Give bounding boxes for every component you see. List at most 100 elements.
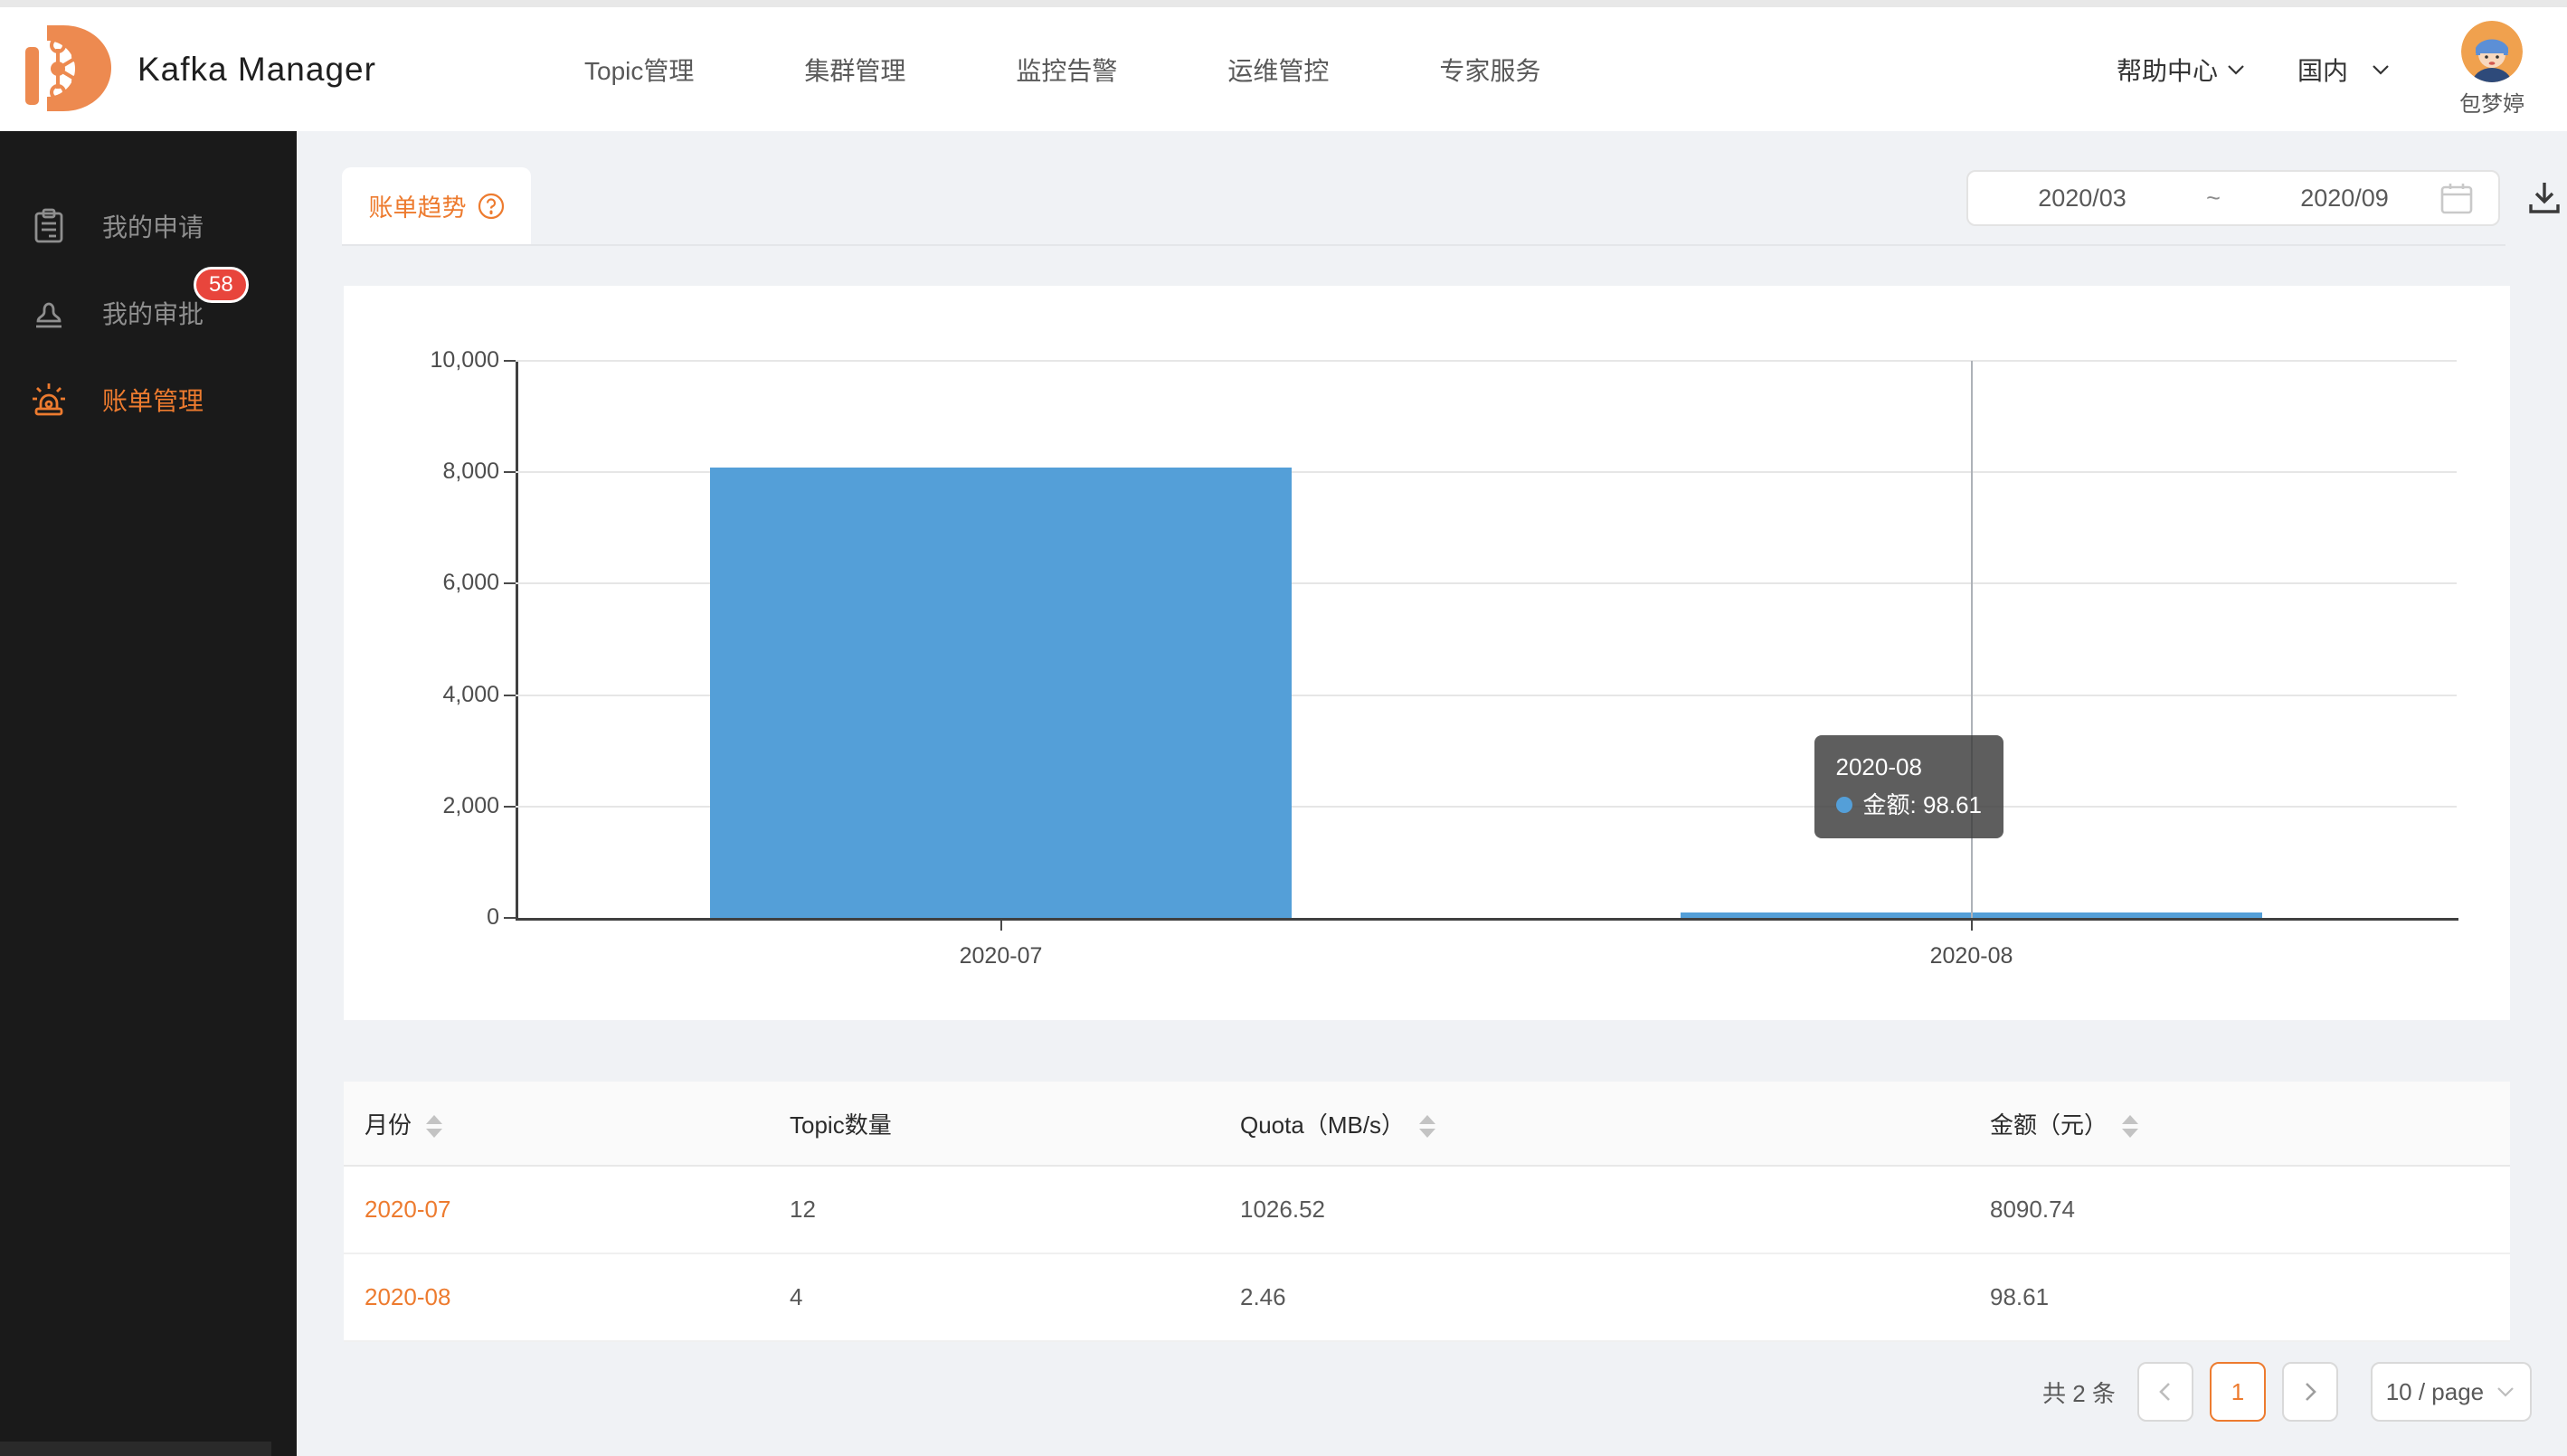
download-icon [2524, 177, 2565, 219]
y-axis-tick [504, 695, 516, 696]
y-axis-label: 6,000 [344, 570, 499, 596]
tooltip-series-row: 金额: 98.61 [1836, 786, 1983, 824]
month-link[interactable]: 2020-08 [344, 1253, 769, 1341]
month-link[interactable]: 2020-07 [344, 1166, 769, 1253]
y-axis-label: 2,000 [344, 793, 499, 819]
y-axis-tick [504, 806, 516, 808]
y-axis-tick [504, 582, 516, 584]
help-center-dropdown[interactable]: 帮助中心 [2117, 52, 2247, 88]
tab-bill-trend-label: 账单趋势 [369, 188, 467, 223]
alarm-icon [30, 381, 68, 419]
x-axis-label: 2020-07 [884, 943, 1119, 969]
date-range-end[interactable]: 2020/09 [2254, 184, 2435, 213]
sidebar-item-label: 账单管理 [102, 382, 204, 418]
pagination-page-number: 1 [2231, 1378, 2244, 1406]
x-axis-tick [1971, 921, 1973, 931]
user-name: 包梦婷 [2459, 86, 2524, 118]
column-header-月份[interactable]: 月份 [344, 1082, 769, 1166]
y-axis-label: 8,000 [344, 459, 499, 485]
y-axis-label: 10,000 [344, 347, 499, 373]
y-axis-label: 0 [344, 904, 499, 931]
sidebar-item-我的申请[interactable]: 我的申请 [0, 194, 297, 258]
kafka-manager-screen: Kafka Manager Topic管理 集群管理 监控告警 运维管控 专家服务 帮助… [0, 0, 2567, 1456]
column-label: 金额（元） [1990, 1111, 2108, 1139]
region-dropdown[interactable]: 国内 [2297, 52, 2392, 88]
calendar-icon [2439, 180, 2475, 216]
pagination-total: 共 2 条 [2042, 1376, 2116, 1409]
nav-item-运维管控[interactable]: 运维管控 [1227, 52, 1329, 88]
stamp-icon [30, 294, 68, 332]
sort-caret-icon[interactable] [2122, 1115, 2138, 1138]
table-cell: 2.46 [1219, 1253, 1969, 1341]
y-axis-tick [504, 917, 516, 919]
nav-item-专家服务[interactable]: 专家服务 [1439, 52, 1540, 88]
column-header-金额（元）[interactable]: 金额（元） [1969, 1082, 2510, 1166]
y-axis-tick [504, 360, 516, 362]
sidebar-item-label: 我的审批 [102, 295, 204, 331]
sort-caret-icon[interactable] [1419, 1115, 1435, 1138]
bill-trend-chart: 2020-08 金额: 98.61 0 2,000 4,000 6,000 8,000 1… [344, 286, 2510, 1020]
pagination-prev-button[interactable] [2137, 1362, 2193, 1422]
date-range-start[interactable]: 2020/03 [1992, 184, 2173, 213]
nav-item-监控告警[interactable]: 监控告警 [1016, 52, 1117, 88]
sidebar-item-账单管理[interactable]: 账单管理 [0, 368, 297, 431]
column-header-Quota（MB/s）[interactable]: Quota（MB/s） [1219, 1082, 1969, 1166]
date-range-picker[interactable]: 2020/03 ~ 2020/09 [1966, 170, 2500, 226]
table-row-2020-08: 2020-0842.4698.61 [344, 1253, 2510, 1341]
main-nav: Topic管理 集群管理 监控告警 运维管控 专家服务 [584, 7, 1540, 131]
table-row-2020-07: 2020-07121026.528090.74 [344, 1166, 2510, 1253]
kafka-manager-logo-icon [24, 20, 114, 118]
gridline [516, 360, 2457, 362]
chevron-down-icon [2495, 1381, 2516, 1403]
sidebar: 我的申请我的审批58 账单管理 [0, 131, 297, 1456]
user-avatar [2461, 21, 2523, 82]
page-size-value: 10 / page [2386, 1378, 2484, 1406]
chart-x-axis [516, 918, 2458, 921]
x-axis-label: 2020-08 [1854, 943, 2089, 969]
help-center-label: 帮助中心 [2117, 52, 2218, 88]
y-axis-label: 4,000 [344, 682, 499, 708]
pagination-next-button[interactable] [2282, 1362, 2338, 1422]
sidebar-item-我的审批[interactable]: 我的审批58 [0, 281, 297, 345]
page-size-select[interactable]: 10 / page [2371, 1362, 2532, 1422]
download-button[interactable] [2524, 177, 2565, 219]
tooltip-title: 2020-08 [1836, 748, 1983, 786]
table-cell: 12 [769, 1166, 1219, 1253]
tab-bill-trend[interactable]: 账单趋势 [342, 167, 531, 244]
notification-badge: 58 [194, 267, 249, 303]
table-cell: 8090.74 [1969, 1166, 2510, 1253]
chevron-down-icon [2370, 59, 2392, 80]
chevron-left-icon [2154, 1380, 2177, 1404]
top-strip [0, 0, 2567, 7]
table-header-row: 月份 Topic数量 Quota（MB/s） 金额（元） [344, 1082, 2510, 1166]
navbar-right: 帮助中心 国内 [2117, 7, 2542, 131]
column-label: Quota（MB/s） [1240, 1111, 1405, 1139]
brand[interactable]: Kafka Manager [24, 7, 376, 131]
x-axis-tick [1000, 921, 1002, 931]
sidebar-item-label: 我的申请 [102, 208, 204, 244]
table-cell: 98.61 [1969, 1253, 2510, 1341]
column-label: 月份 [365, 1111, 412, 1139]
date-range-separator: ~ [2173, 184, 2254, 213]
chevron-down-icon [2225, 59, 2247, 80]
column-label: Topic数量 [790, 1111, 892, 1139]
chart-y-axis [516, 361, 518, 920]
sidebar-scrollbar[interactable] [0, 1442, 271, 1456]
question-circle-icon[interactable] [478, 193, 505, 220]
bill-table: 月份 Topic数量 Quota（MB/s） 金额（元） 2020-07121026.… [344, 1082, 2510, 1342]
tooltip-value: 金额: 98.61 [1863, 791, 1983, 818]
table-cell: 1026.52 [1219, 1166, 1969, 1253]
y-axis-tick [504, 471, 516, 473]
user-block[interactable]: 包梦婷 [2442, 21, 2542, 118]
table-cell: 4 [769, 1253, 1219, 1341]
brand-title: Kafka Manager [137, 51, 376, 89]
column-header-Topic数量: Topic数量 [769, 1082, 1219, 1166]
navbar: Kafka Manager Topic管理 集群管理 监控告警 运维管控 专家服务 帮助… [0, 7, 2567, 131]
nav-item-Topic管理[interactable]: Topic管理 [584, 52, 694, 88]
pagination-page-1[interactable]: 1 [2210, 1362, 2266, 1422]
series-dot-icon [1836, 797, 1852, 813]
bar-2020-07[interactable] [710, 468, 1293, 918]
clipboard-icon [30, 207, 68, 245]
nav-item-集群管理[interactable]: 集群管理 [804, 52, 905, 88]
sort-caret-icon[interactable] [426, 1115, 442, 1138]
